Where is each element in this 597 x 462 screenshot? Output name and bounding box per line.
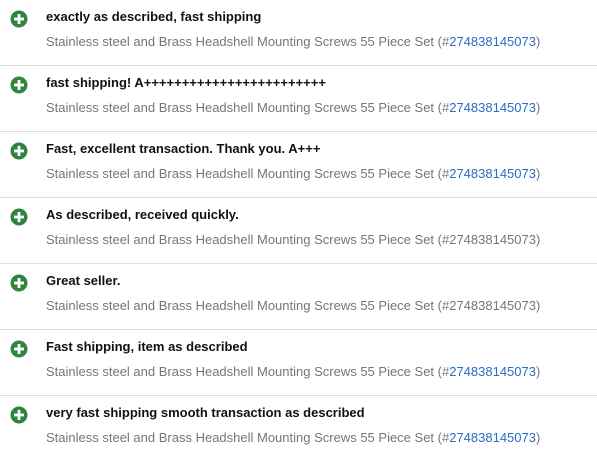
feedback-row: As described, received quickly. Stainles… [0,198,597,264]
item-title: Stainless steel and Brass Headshell Moun… [46,298,541,313]
item-id-link[interactable]: 274838145073 [449,364,536,379]
item-id-suffix: ) [535,364,541,379]
feedback-item: Stainless steel and Brass Headshell Moun… [46,364,540,380]
feedback-row: fast shipping! A++++++++++++++++++++++++… [0,66,597,132]
positive-rating-icon [10,340,28,358]
item-id-prefix: (# [434,34,450,49]
positive-rating-icon [10,10,28,28]
item-id-prefix: (# [434,364,450,379]
feedback-comment: As described, received quickly. [46,207,239,222]
feedback-item: Stainless steel and Brass Headshell Moun… [46,100,540,116]
item-id-link[interactable]: 274838145073 [449,34,536,49]
item-id-suffix: ) [535,100,541,115]
item-id-link[interactable]: 274838145073 [449,166,536,181]
item-id-link[interactable]: 274838145073 [449,100,536,115]
feedback-comment: fast shipping! A++++++++++++++++++++++++ [46,75,326,90]
item-title: Stainless steel and Brass Headshell Moun… [46,34,435,49]
feedback-item: Stainless steel and Brass Headshell Moun… [46,232,540,248]
item-title: Stainless steel and Brass Headshell Moun… [46,166,435,181]
feedback-row: Great seller. Stainless steel and Brass … [0,264,597,330]
item-title: Stainless steel and Brass Headshell Moun… [46,232,541,247]
positive-rating-icon [10,406,28,424]
feedback-row: Fast, excellent transaction. Thank you. … [0,132,597,198]
item-id-prefix: (# [434,430,450,445]
feedback-comment: exactly as described, fast shipping [46,9,262,24]
feedback-row: exactly as described, fast shipping Stai… [0,0,597,66]
feedback-row: Fast shipping, item as described Stainle… [0,330,597,396]
item-title: Stainless steel and Brass Headshell Moun… [46,364,435,379]
item-id-suffix: ) [535,34,541,49]
feedback-comment: Fast, excellent transaction. Thank you. … [46,141,321,156]
feedback-item: Stainless steel and Brass Headshell Moun… [46,430,540,446]
positive-rating-icon [10,76,28,94]
feedback-comment: very fast shipping smooth transaction as… [46,405,365,420]
feedback-comment: Great seller. [46,273,121,288]
feedback-item: Stainless steel and Brass Headshell Moun… [46,166,540,182]
positive-rating-icon [10,142,28,160]
positive-rating-icon [10,208,28,226]
feedback-comment: Fast shipping, item as described [46,339,248,354]
feedback-item: Stainless steel and Brass Headshell Moun… [46,298,540,314]
item-title: Stainless steel and Brass Headshell Moun… [46,100,435,115]
item-id-prefix: (# [434,100,450,115]
item-id-link[interactable]: 274838145073 [449,430,536,445]
item-id-suffix: ) [535,166,541,181]
item-id-suffix: ) [535,430,541,445]
item-id-prefix: (# [434,166,450,181]
feedback-item: Stainless steel and Brass Headshell Moun… [46,34,540,50]
feedback-row: very fast shipping smooth transaction as… [0,396,597,462]
positive-rating-icon [10,274,28,292]
item-title: Stainless steel and Brass Headshell Moun… [46,430,435,445]
feedback-list: exactly as described, fast shipping Stai… [0,0,597,452]
